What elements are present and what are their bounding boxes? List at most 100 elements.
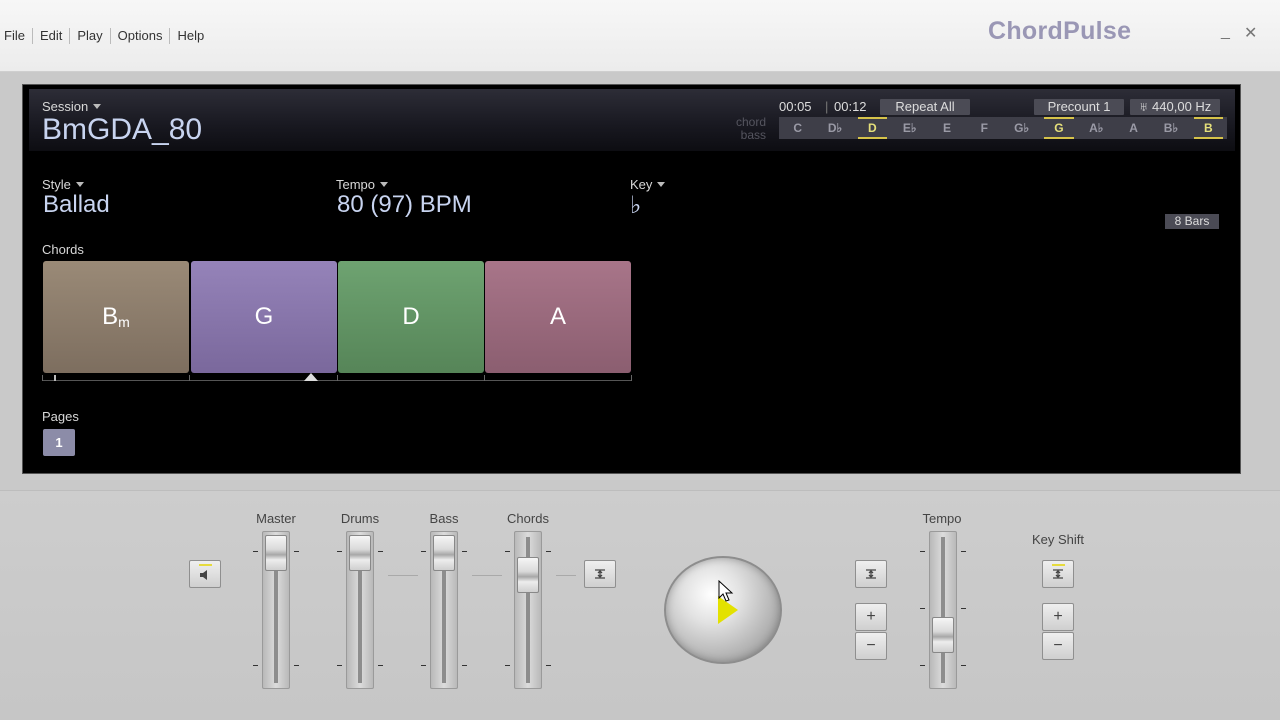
page-1-button[interactable]: 1 [43, 429, 75, 456]
style-dropdown[interactable]: Style [42, 177, 84, 192]
timeline-divider [631, 375, 632, 381]
chord-tile-2[interactable]: G [191, 261, 337, 373]
chord-root: G [254, 303, 274, 330]
master-volume-slider[interactable] [253, 531, 299, 689]
current-chord-marker-icon [304, 373, 318, 381]
key-shift-label: Key Shift [1031, 532, 1085, 547]
tempo-slider[interactable] [920, 531, 966, 689]
chord-root: D [402, 303, 420, 330]
play-button[interactable] [664, 556, 782, 664]
chord-tile-3[interactable]: D [338, 261, 484, 373]
key-selector-bar: C D♭ D E♭ E F G♭ G A♭ A B♭ B [779, 117, 1227, 139]
slider-thumb[interactable] [349, 535, 371, 571]
key-d[interactable]: D [854, 117, 891, 139]
precount-button[interactable]: Precount 1 [1034, 99, 1124, 115]
slider-thumb[interactable] [265, 535, 287, 571]
key-label: Key [630, 177, 653, 192]
tempo-dropdown[interactable]: Tempo [336, 177, 389, 192]
tempo-sync-button[interactable] [855, 560, 887, 588]
key-c[interactable]: C [779, 117, 816, 139]
key-f[interactable]: F [966, 117, 1003, 139]
style-label: Style [42, 177, 71, 192]
drums-label: Drums [340, 511, 380, 526]
slider-thumb[interactable] [517, 557, 539, 593]
chord-timeline[interactable] [42, 373, 632, 381]
key-db[interactable]: D♭ [816, 117, 853, 139]
menu-options[interactable]: Options [111, 28, 171, 44]
lock-sync-icon [1053, 569, 1063, 579]
key-shift-sync-button[interactable] [1042, 560, 1074, 588]
session-dropdown[interactable]: Session [42, 99, 102, 114]
chord-tile-4[interactable]: A [485, 261, 631, 373]
key-a[interactable]: A [1115, 117, 1152, 139]
chords-volume-slider[interactable] [505, 531, 551, 689]
slider-tick [253, 665, 258, 666]
chord-bass-label: chord bass [722, 116, 766, 142]
key-g[interactable]: G [1040, 117, 1077, 139]
slider-thumb[interactable] [932, 617, 954, 653]
key-value[interactable]: ♭ [630, 191, 641, 220]
bass-volume-slider[interactable] [421, 531, 467, 689]
link-volumes-button[interactable] [584, 560, 616, 588]
key-gb[interactable]: G♭ [1003, 117, 1040, 139]
menu-file[interactable]: File [0, 28, 33, 44]
slider-tick [462, 665, 467, 666]
app-logo: ChordPulse [988, 17, 1132, 45]
session-header: Session BmGDA_80 00:05 | 00:12 Repeat Al… [29, 89, 1235, 151]
bass-label: bass [740, 128, 766, 142]
bass-label: Bass [429, 511, 459, 526]
lock-sync-icon [595, 569, 605, 579]
key-e[interactable]: E [928, 117, 965, 139]
close-button[interactable]: ✕ [1244, 26, 1257, 42]
slider-thumb[interactable] [433, 535, 455, 571]
chevron-down-icon [380, 182, 389, 187]
key-b[interactable]: B [1190, 117, 1227, 139]
tempo-increase-button[interactable]: + [855, 603, 887, 631]
key-shift-down-button[interactable]: − [1042, 632, 1074, 660]
master-label: Master [256, 511, 296, 526]
timeline-divider [42, 375, 43, 381]
slider-tick [505, 665, 510, 666]
slider-tick [920, 665, 925, 666]
slider-tick [337, 665, 342, 666]
bars-count-button[interactable]: 8 Bars [1165, 214, 1219, 229]
tempo-decrease-button[interactable]: − [855, 632, 887, 660]
link-line [388, 575, 418, 576]
chord-root: A [549, 303, 566, 330]
pages-label: Pages [42, 409, 79, 424]
slider-tick [961, 608, 966, 609]
main-panel: Session BmGDA_80 00:05 | 00:12 Repeat Al… [22, 84, 1241, 474]
lock-sync-icon [866, 569, 876, 579]
style-value[interactable]: Ballad [43, 191, 110, 219]
tempo-value[interactable]: 80 (97) BPM [337, 191, 472, 219]
key-shift-up-button[interactable]: + [1042, 603, 1074, 631]
timeline-divider [484, 375, 485, 381]
slider-tick [294, 665, 299, 666]
key-bb[interactable]: B♭ [1152, 117, 1189, 139]
elapsed-time: 00:05 [779, 99, 812, 114]
mute-button[interactable] [189, 560, 221, 588]
menu-edit[interactable]: Edit [33, 28, 71, 44]
slider-tick [462, 551, 467, 552]
repeat-mode-button[interactable]: Repeat All [880, 99, 970, 115]
drums-volume-slider[interactable] [337, 531, 383, 689]
mouse-cursor-icon [718, 580, 734, 602]
key-ab[interactable]: A♭ [1078, 117, 1115, 139]
timeline-divider [337, 375, 338, 381]
tempo-label: Tempo [336, 177, 376, 192]
session-label: Session [42, 99, 89, 114]
led-indicator [199, 564, 212, 566]
chord-tile-1[interactable]: Bm [43, 261, 189, 373]
slider-tick [421, 551, 426, 552]
slider-tick [546, 665, 551, 666]
slider-tick [961, 551, 966, 552]
tempo-slider-label: Tempo [922, 511, 962, 526]
slider-groove [941, 537, 945, 683]
slider-tick [294, 551, 299, 552]
key-dropdown[interactable]: Key [630, 177, 666, 192]
minimize-button[interactable]: _ [1221, 24, 1230, 40]
menu-help[interactable]: Help [170, 28, 211, 44]
tuning-button[interactable]: ♅ 440,00 Hz [1130, 99, 1220, 115]
menu-play[interactable]: Play [70, 28, 111, 44]
key-eb[interactable]: E♭ [891, 117, 928, 139]
